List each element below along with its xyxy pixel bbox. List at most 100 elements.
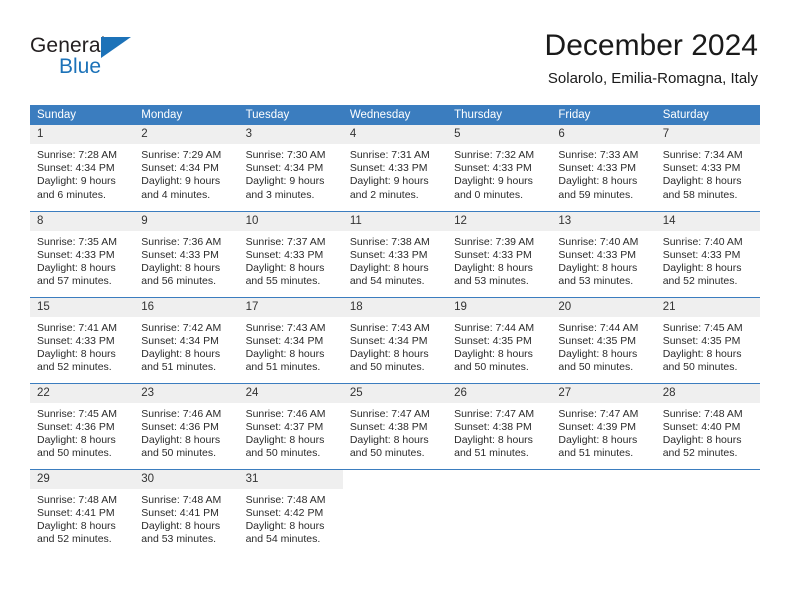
daylight-text-line2: and 51 minutes. [454, 447, 529, 460]
daylight-text-line1: Daylight: 8 hours [349, 347, 429, 360]
sunset-text: Sunset: 4:35 PM [558, 334, 637, 347]
sunrise-text: Sunrise: 7:29 AM [141, 149, 222, 161]
sunrise-text: Sunrise: 7:33 AM [558, 149, 639, 161]
daylight-text-line2: and 4 minutes. [141, 188, 211, 201]
calendar-day-cell[interactable]: 30 Sunrise: 7:48 AM Sunset: 4:41 PM Dayligh… [134, 468, 239, 555]
day-details: Sunrise: 7:41 AM Sunset: 4:33 PM Daylight:… [30, 316, 135, 375]
calendar-day-cell[interactable]: 7 Sunrise: 7:34 AM Sunset: 4:33 PM Daylight… [655, 125, 760, 211]
day-number: 18 [342, 297, 448, 317]
daylight-text-line2: and 51 minutes. [245, 361, 321, 374]
sunset-text: Sunset: 4:33 PM [558, 248, 637, 261]
day-details: Sunrise: 7:36 AM Sunset: 4:33 PM Daylight:… [134, 230, 239, 289]
day-details: Sunrise: 7:40 AM Sunset: 4:33 PM Daylight:… [551, 230, 656, 289]
daylight-text-line2: and 53 minutes. [141, 533, 216, 546]
calendar-day-cell[interactable]: 24 Sunrise: 7:46 AM Sunset: 4:37 PM Dayligh… [238, 382, 343, 469]
day-number: 14 [655, 211, 760, 231]
calendar-week-row: 29 Sunrise: 7:48 AM Sunset: 4:41 PM Dayligh… [30, 468, 760, 555]
calendar-day-cell[interactable]: 4 Sunrise: 7:31 AM Sunset: 4:33 PM Daylight… [342, 125, 448, 211]
daylight-text-line1: Daylight: 8 hours [454, 261, 533, 274]
daylight-text-line2: and 52 minutes. [37, 361, 112, 374]
day-number [655, 469, 760, 489]
calendar-day-cell[interactable]: 17 Sunrise: 7:43 AM Sunset: 4:34 PM Dayligh… [238, 296, 343, 383]
sunset-text: Sunset: 4:39 PM [558, 420, 637, 433]
calendar-day-cell[interactable]: 22 Sunrise: 7:45 AM Sunset: 4:36 PM Dayligh… [30, 382, 135, 469]
daylight-text-line1: Daylight: 8 hours [245, 347, 325, 360]
daylight-text-line1: Daylight: 8 hours [245, 261, 325, 274]
calendar-day-cell[interactable]: 26 Sunrise: 7:47 AM Sunset: 4:38 PM Dayligh… [447, 382, 552, 469]
calendar-day-cell[interactable]: 23 Sunrise: 7:46 AM Sunset: 4:36 PM Dayligh… [134, 382, 239, 469]
calendar-day-cell-empty [551, 468, 656, 555]
calendar-day-cell[interactable]: 6 Sunrise: 7:33 AM Sunset: 4:33 PM Daylight… [551, 125, 656, 211]
calendar-day-cell[interactable]: 2 Sunrise: 7:29 AM Sunset: 4:34 PM Daylight… [134, 125, 239, 211]
sunrise-text: Sunrise: 7:42 AM [141, 321, 222, 334]
calendar-day-cell[interactable]: 11 Sunrise: 7:38 AM Sunset: 4:33 PM Dayligh… [342, 210, 448, 297]
calendar-day-cell[interactable]: 10 Sunrise: 7:37 AM Sunset: 4:33 PM Dayligh… [238, 210, 343, 297]
calendar-day-cell[interactable]: 18 Sunrise: 7:43 AM Sunset: 4:34 PM Dayligh… [342, 296, 448, 383]
day-number: 16 [134, 297, 239, 317]
day-number [447, 469, 552, 489]
day-number: 1 [30, 125, 135, 144]
day-details: Sunrise: 7:48 AM Sunset: 4:42 PM Daylight:… [238, 488, 343, 547]
calendar-day-cell[interactable]: 1 Sunrise: 7:28 AM Sunset: 4:34 PM Daylight… [30, 125, 135, 211]
daylight-text-line1: Daylight: 8 hours [558, 347, 638, 360]
day-details: Sunrise: 7:45 AM Sunset: 4:35 PM Daylight:… [655, 316, 760, 375]
daylight-text-line1: Daylight: 8 hours [245, 519, 325, 532]
calendar-day-cell[interactable]: 21 Sunrise: 7:45 AM Sunset: 4:35 PM Dayligh… [655, 296, 760, 383]
daylight-text-line2: and 2 minutes. [349, 188, 419, 201]
calendar-day-cell[interactable]: 29 Sunrise: 7:48 AM Sunset: 4:41 PM Dayligh… [30, 468, 135, 555]
daylight-text-line2: and 57 minutes. [37, 275, 112, 288]
daylight-text-line1: Daylight: 8 hours [349, 433, 429, 446]
weekday-header-sunday: Sunday [30, 105, 135, 125]
day-details [551, 488, 656, 494]
day-number: 5 [447, 125, 552, 144]
day-number: 25 [342, 383, 448, 403]
daylight-text-line1: Daylight: 8 hours [662, 347, 742, 360]
calendar-day-cell[interactable]: 13 Sunrise: 7:40 AM Sunset: 4:33 PM Dayligh… [551, 210, 656, 297]
sunset-text: Sunset: 4:41 PM [37, 506, 115, 519]
calendar-day-cell[interactable]: 3 Sunrise: 7:30 AM Sunset: 4:34 PM Daylight… [238, 125, 343, 211]
sunrise-text: Sunrise: 7:44 AM [454, 321, 535, 334]
brand-logo[interactable]: General Blue [30, 34, 150, 86]
calendar-day-cell[interactable]: 19 Sunrise: 7:44 AM Sunset: 4:35 PM Dayligh… [447, 296, 552, 383]
weekday-header-friday: Friday [551, 105, 656, 125]
calendar-day-cell-empty [342, 468, 448, 555]
sunset-text: Sunset: 4:35 PM [662, 334, 741, 347]
calendar-day-cell[interactable]: 31 Sunrise: 7:48 AM Sunset: 4:42 PM Dayligh… [238, 468, 343, 555]
calendar-week-row: 1 Sunrise: 7:28 AM Sunset: 4:34 PM Daylight… [30, 125, 760, 211]
daylight-text-line1: Daylight: 8 hours [558, 175, 638, 188]
daylight-text-line2: and 52 minutes. [37, 533, 112, 546]
calendar-day-cell[interactable]: 27 Sunrise: 7:47 AM Sunset: 4:39 PM Dayligh… [551, 382, 656, 469]
brand-name-bottom: Blue [59, 55, 102, 78]
calendar-day-cell[interactable]: 28 Sunrise: 7:48 AM Sunset: 4:40 PM Dayligh… [655, 382, 760, 469]
calendar-day-cell[interactable]: 25 Sunrise: 7:47 AM Sunset: 4:38 PM Dayligh… [342, 382, 448, 469]
daylight-text-line1: Daylight: 8 hours [141, 433, 221, 446]
calendar-week-row: 15 Sunrise: 7:41 AM Sunset: 4:33 PM Dayligh… [30, 296, 760, 383]
day-details: Sunrise: 7:38 AM Sunset: 4:33 PM Daylight:… [342, 230, 448, 289]
calendar-day-cell[interactable]: 9 Sunrise: 7:36 AM Sunset: 4:33 PM Daylight… [134, 210, 239, 297]
calendar-day-cell[interactable]: 12 Sunrise: 7:39 AM Sunset: 4:33 PM Dayligh… [447, 210, 552, 297]
calendar-day-cell[interactable]: 16 Sunrise: 7:42 AM Sunset: 4:34 PM Dayligh… [134, 296, 239, 383]
day-details: Sunrise: 7:44 AM Sunset: 4:35 PM Daylight:… [551, 316, 656, 375]
calendar-body: 1 Sunrise: 7:28 AM Sunset: 4:34 PM Daylight… [30, 125, 760, 555]
sunrise-text: Sunrise: 7:34 AM [662, 149, 743, 161]
daylight-text-line2: and 50 minutes. [37, 447, 112, 460]
daylight-text-line1: Daylight: 8 hours [558, 433, 638, 446]
sunset-text: Sunset: 4:34 PM [245, 162, 324, 175]
sunset-text: Sunset: 4:34 PM [37, 162, 115, 175]
calendar-day-cell[interactable]: 15 Sunrise: 7:41 AM Sunset: 4:33 PM Dayligh… [30, 296, 135, 383]
calendar-day-cell[interactable]: 5 Sunrise: 7:32 AM Sunset: 4:33 PM Daylight… [447, 125, 552, 211]
page-header: General Blue December 2024 Solarolo, Emi… [30, 28, 758, 96]
daylight-text-line1: Daylight: 9 hours [141, 175, 221, 188]
calendar-day-cell[interactable]: 14 Sunrise: 7:40 AM Sunset: 4:33 PM Dayligh… [655, 210, 760, 297]
sunrise-text: Sunrise: 7:44 AM [558, 321, 639, 334]
daylight-text-line1: Daylight: 8 hours [558, 261, 638, 274]
daylight-text-line2: and 50 minutes. [141, 447, 216, 460]
sunset-text: Sunset: 4:33 PM [662, 162, 741, 175]
calendar-day-cell[interactable]: 8 Sunrise: 7:35 AM Sunset: 4:33 PM Daylight… [30, 210, 135, 297]
day-details: Sunrise: 7:47 AM Sunset: 4:38 PM Daylight:… [447, 402, 552, 461]
day-details: Sunrise: 7:46 AM Sunset: 4:36 PM Daylight:… [134, 402, 239, 461]
calendar-day-cell[interactable]: 20 Sunrise: 7:44 AM Sunset: 4:35 PM Dayligh… [551, 296, 656, 383]
sunset-text: Sunset: 4:37 PM [245, 420, 324, 433]
sunset-text: Sunset: 4:33 PM [454, 162, 532, 175]
daylight-text-line1: Daylight: 8 hours [454, 347, 533, 360]
